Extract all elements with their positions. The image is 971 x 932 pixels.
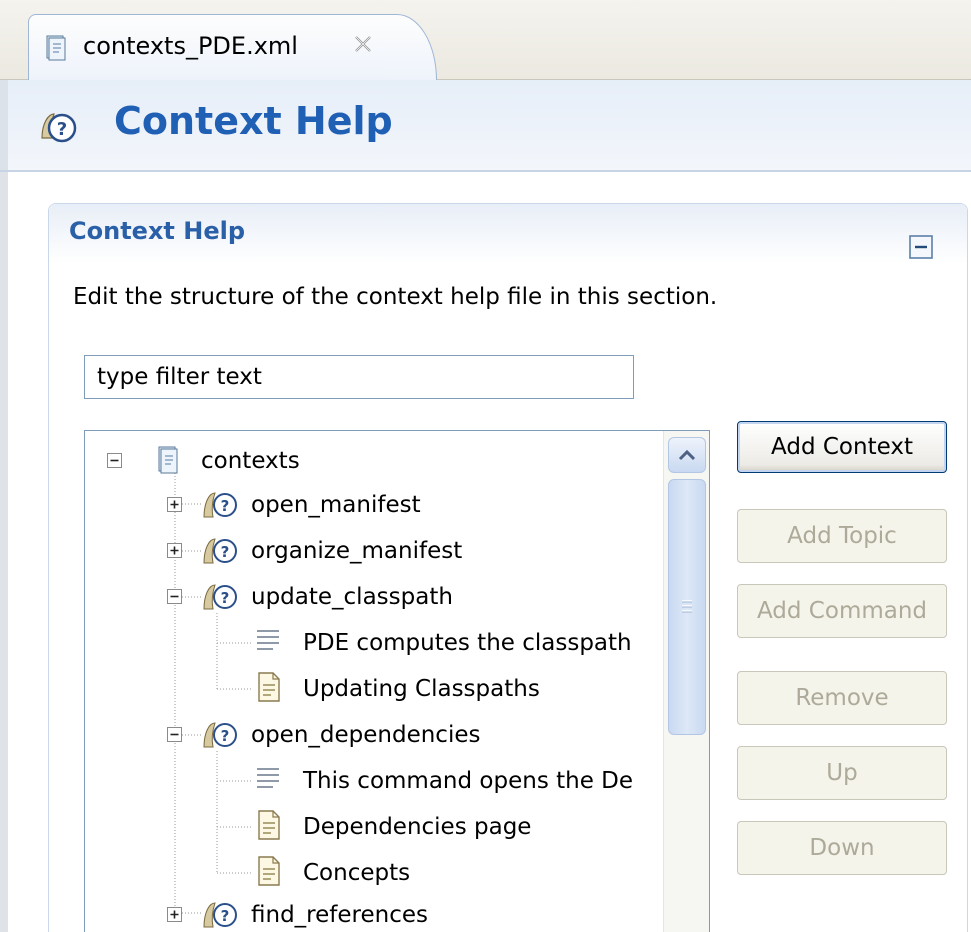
topic-page-icon	[258, 810, 280, 840]
grip-icon	[682, 600, 692, 613]
scroll-thumb[interactable]	[668, 479, 706, 735]
context-help-icon: ?	[41, 113, 77, 143]
context-help-icon: ?	[203, 584, 237, 610]
svg-text:?: ?	[221, 543, 230, 561]
add-topic-button[interactable]: Add Topic	[737, 509, 947, 563]
down-button[interactable]: Down	[737, 821, 947, 875]
svg-text:?: ?	[221, 727, 230, 745]
xml-file-icon	[158, 446, 178, 474]
collapse-toggle-icon[interactable]	[167, 589, 182, 604]
context-help-icon: ?	[203, 492, 237, 518]
filter-input[interactable]	[84, 355, 634, 399]
collapse-toggle-icon[interactable]	[107, 453, 122, 468]
description-icon	[257, 768, 279, 788]
up-button[interactable]: Up	[737, 746, 947, 800]
svg-text:?: ?	[57, 119, 67, 140]
add-context-button[interactable]: Add Context	[737, 421, 947, 473]
expand-toggle-icon[interactable]	[167, 543, 182, 558]
context-tree[interactable]: contexts ? open_manifest ? organize_mani…	[84, 430, 710, 932]
svg-text:?: ?	[221, 907, 230, 925]
vertical-scrollbar[interactable]	[663, 431, 709, 932]
remove-button[interactable]: Remove	[737, 671, 947, 725]
svg-text:?: ?	[221, 497, 230, 515]
context-help-icon: ?	[203, 722, 237, 748]
section-description: Edit the structure of the context help f…	[73, 284, 718, 310]
section-header: Context Help	[49, 204, 967, 264]
chevron-up-icon	[678, 449, 696, 461]
collapse-toggle-icon[interactable]	[167, 727, 182, 742]
section-title[interactable]: Context Help	[69, 217, 245, 245]
collapse-icon[interactable]	[909, 235, 933, 259]
topic-page-icon	[258, 856, 280, 886]
page-title: Context Help	[114, 99, 393, 143]
tab-label: contexts_PDE.xml	[83, 32, 298, 60]
form-header: ? Context Help	[0, 80, 971, 171]
context-help-icon: ?	[203, 538, 237, 564]
scroll-up-button[interactable]	[668, 437, 706, 473]
tab-contexts-pde-xml[interactable]: contexts_PDE.xml	[28, 14, 390, 80]
description-icon	[257, 630, 279, 650]
close-icon[interactable]	[352, 33, 374, 55]
svg-text:?: ?	[221, 589, 230, 607]
xml-file-icon	[46, 35, 66, 61]
add-command-button[interactable]: Add Command	[737, 584, 947, 638]
context-help-icon: ?	[203, 902, 237, 928]
expand-toggle-icon[interactable]	[167, 907, 182, 922]
expand-toggle-icon[interactable]	[167, 497, 182, 512]
topic-page-icon	[258, 672, 280, 702]
